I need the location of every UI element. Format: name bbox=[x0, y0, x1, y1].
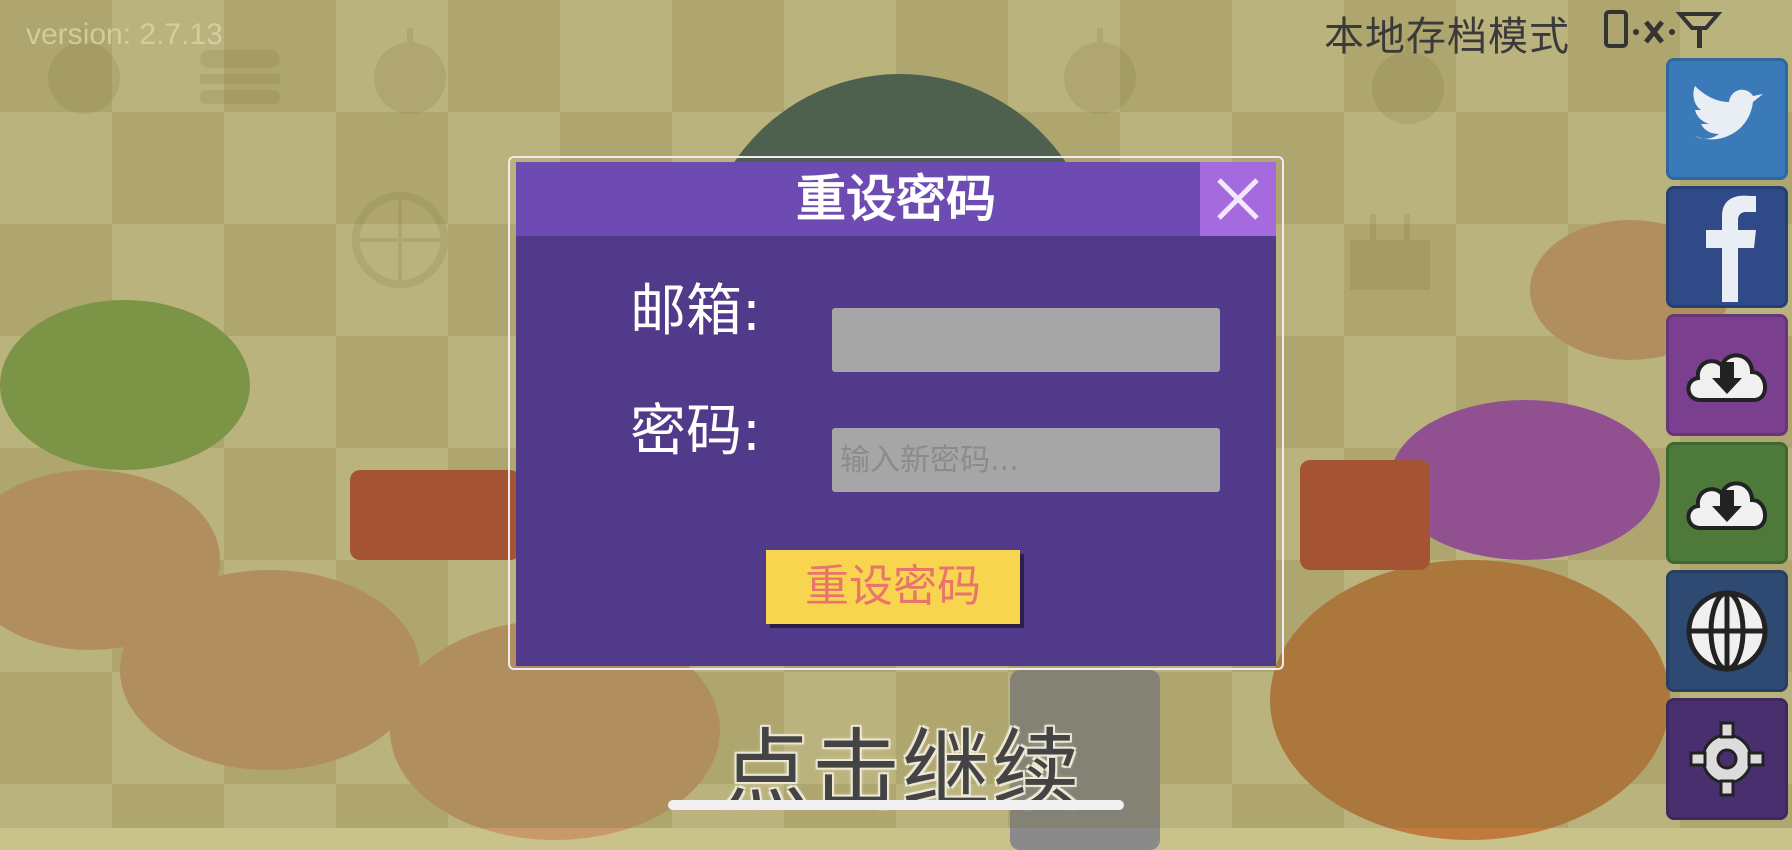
twitter-icon bbox=[1693, 86, 1763, 140]
facebook-icon bbox=[1706, 195, 1756, 302]
download-button-2[interactable] bbox=[1666, 442, 1788, 564]
facebook-button[interactable] bbox=[1666, 186, 1788, 308]
password-label: 密码: bbox=[630, 399, 761, 464]
email-field[interactable] bbox=[832, 308, 1220, 372]
globe-icon bbox=[1686, 590, 1768, 672]
storage-mode-label: 本地存档模式 bbox=[1324, 14, 1570, 60]
reset-password-button[interactable]: 重设密码 bbox=[766, 550, 1020, 624]
no-network-icon bbox=[1633, 20, 1675, 44]
twitter-button[interactable] bbox=[1666, 58, 1788, 180]
close-button[interactable] bbox=[1200, 162, 1276, 236]
language-button[interactable] bbox=[1666, 570, 1788, 692]
password-field[interactable] bbox=[832, 428, 1220, 492]
close-icon bbox=[1217, 178, 1259, 220]
cloud-download-icon bbox=[1686, 481, 1767, 530]
email-label: 邮箱: bbox=[630, 279, 761, 344]
signal-icon bbox=[1675, 12, 1723, 48]
settings-button[interactable] bbox=[1666, 698, 1788, 820]
version-text: version: 2.7.13 bbox=[26, 18, 223, 51]
status-icons bbox=[1602, 10, 1723, 54]
download-button-1[interactable] bbox=[1666, 314, 1788, 436]
gear-icon bbox=[1689, 721, 1765, 797]
reset-password-dialog: 重设密码 邮箱: 密码: 重设密码 bbox=[516, 162, 1276, 666]
cloud-download-icon bbox=[1686, 353, 1767, 402]
home-indicator[interactable] bbox=[668, 800, 1124, 810]
dialog-title: 重设密码 bbox=[796, 170, 996, 228]
phone-icon bbox=[1604, 10, 1628, 48]
